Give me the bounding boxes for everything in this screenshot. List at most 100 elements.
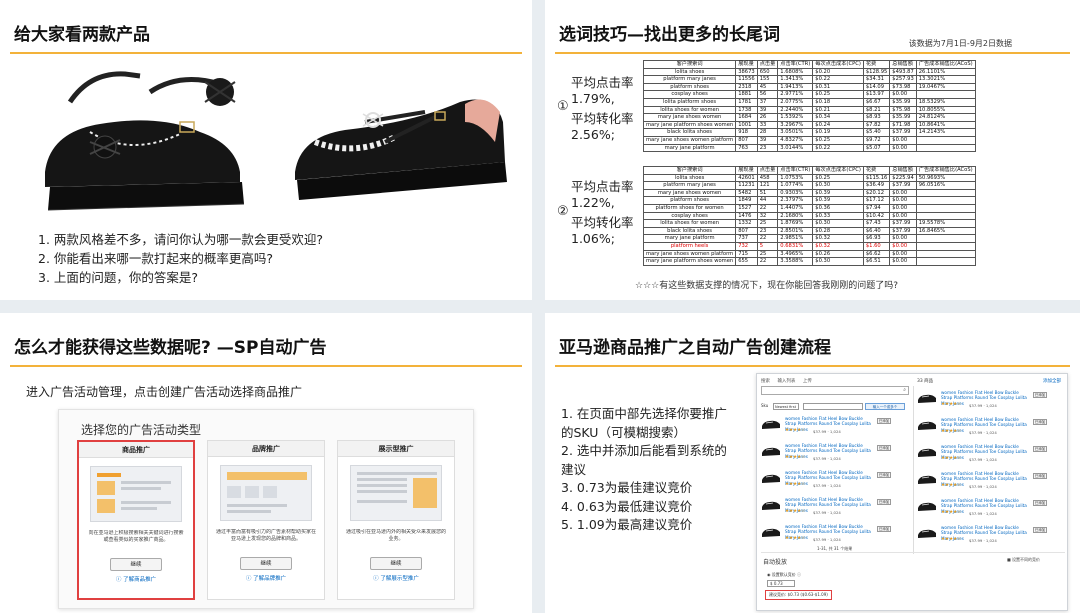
sort-select[interactable]: Newest first — [773, 403, 799, 410]
table-cell: 1.5392% — [777, 113, 814, 122]
table-cell: 2.3797% — [777, 196, 814, 205]
product-row[interactable]: women Fashion Flat Heel Bow Buckle Strap… — [761, 441, 901, 469]
add-product-button[interactable]: 已添加 — [1033, 392, 1047, 398]
product-row[interactable]: women Fashion Flat Heel Bow Buckle Strap… — [917, 388, 1057, 416]
add-product-button[interactable]: 已添加 — [1033, 473, 1047, 479]
continue-button[interactable]: 继续 — [370, 557, 422, 570]
sponsored-brands-card[interactable]: 品牌推广 通过丰富而富有吸引力的广告素材帮助买家在亚马逊上发现您的品牌和商品。 … — [207, 440, 325, 600]
product-price: $37.99 · 1,024 — [813, 455, 841, 461]
table-header-cell: 每次点击成本(CPC) — [812, 60, 864, 69]
table-cell: platform heels — [642, 241, 737, 251]
add-product-button[interactable]: 已添加 — [1033, 419, 1047, 425]
table-cell: $37.99 — [889, 226, 917, 236]
product-row[interactable]: women Fashion Flat Heel Bow Buckle Strap… — [761, 414, 901, 442]
product-price: $37.99 · 1,024 — [813, 482, 841, 488]
table-cell: 2.2440% — [777, 105, 814, 115]
group-marker: ① — [557, 99, 569, 114]
continue-button[interactable]: 继续 — [110, 558, 162, 571]
table-cell: 1.3413% — [777, 75, 814, 84]
table-header-cell: 点击率(CTR) — [777, 60, 814, 69]
table-cell: 4.8327% — [777, 135, 814, 145]
table-row: platform mary janes 11556 155 1.3413% $0.22 $… — [642, 75, 976, 84]
question-item: 2. 你能看出来哪一款打起来的概率更高吗? — [38, 251, 274, 266]
set-different-bids-option[interactable]: ■ 设置不同的竞价 — [1007, 557, 1040, 563]
table-cell: platform shoes for women — [642, 203, 737, 213]
slide-title: 给大家看两款产品 — [14, 25, 150, 45]
tab-upload[interactable]: 上传 — [803, 379, 812, 384]
learn-more-link[interactable]: ⓘ 了解品牌推广 — [208, 574, 324, 582]
table-cell: $9.72 — [862, 135, 891, 145]
table-header-cell: 花费 — [862, 166, 891, 175]
add-product-button[interactable]: 已添加 — [877, 472, 891, 478]
add-product-button[interactable]: 已添加 — [877, 418, 891, 424]
sponsored-display-card[interactable]: 展示型推广 通过吸引在亚马逊内外的相关受众来发展您的业务。 继续 ⓘ 了解展示型… — [337, 440, 455, 600]
step-item: 1. 在页面中部先选择你要推广 — [561, 406, 727, 421]
table-cell: $0.39 — [812, 196, 864, 205]
product-thumbnail — [762, 447, 780, 456]
learn-more-link[interactable]: ⓘ 了解展示型推广 — [338, 574, 454, 582]
table-cell: 1527 — [735, 203, 758, 213]
product-price: $37.99 · 1,024 — [813, 509, 841, 515]
product-thumbnail — [918, 502, 936, 511]
add-all-link[interactable]: 添加全部 — [1043, 378, 1061, 384]
default-bid-input[interactable]: $ 0.73 — [767, 580, 795, 587]
search-term-table-1: 客户搜索词 展现量 点击量 点击率(CTR) 每次点击成本(CPC) 花费 总销售额 广告成本… — [642, 60, 976, 153]
multi-search-button[interactable]: 输入一个或多个 — [865, 403, 905, 410]
product-row[interactable]: women Fashion Flat Heel Bow Buckle Strap… — [761, 468, 901, 496]
search-input[interactable]: ⌕ — [761, 386, 909, 395]
table-cell: $0.18 — [812, 97, 864, 107]
table-cell — [915, 234, 976, 243]
table-cell: $75.98 — [889, 105, 917, 115]
table-cell: 33 — [756, 120, 779, 130]
title-underline — [555, 52, 1070, 54]
product-row[interactable]: women Fashion Flat Heel Bow Buckle Strap… — [917, 469, 1057, 497]
continue-button[interactable]: 继续 — [240, 557, 292, 570]
step-item: 建议 — [561, 461, 587, 477]
default-bid-radio[interactable]: ◉ 设置默认竞价 ⓘ — [767, 572, 801, 578]
table-row: platform shoes 1849 44 2.3797% $0.39 $17.12 $0… — [642, 196, 976, 205]
table-cell: 23 — [756, 226, 779, 236]
table-cell: $35.99 — [889, 97, 917, 107]
add-product-button[interactable]: 已添加 — [1033, 527, 1047, 533]
table-row: mary jane shoes women 1684 26 1.5392% $0.34 $… — [642, 113, 976, 122]
table-row: platform shoes for women 1527 22 1.4407% $0.… — [642, 203, 976, 213]
star-rating: ★★★★☆ — [941, 456, 962, 461]
table-cell: $0.20 — [812, 67, 864, 77]
product-row[interactable]: women Fashion Flat Heel Bow Buckle Strap… — [917, 523, 1057, 551]
table-header-cell: 总销售额 — [889, 60, 917, 69]
add-product-button[interactable]: 已添加 — [877, 526, 891, 532]
star-rating: ★★★★☆ — [941, 402, 962, 407]
table-cell: 2.9771% — [777, 90, 814, 99]
table-cell: 807 — [735, 226, 758, 236]
table-cell: $0.00 — [889, 203, 917, 213]
product-row[interactable]: women Fashion Flat Heel Bow Buckle Strap… — [917, 415, 1057, 443]
table-cell: $0.26 — [812, 249, 864, 259]
add-product-button[interactable]: 已添加 — [1033, 446, 1047, 452]
table-cell: 1.0774% — [777, 181, 814, 190]
table-cell: 28 — [756, 128, 779, 137]
product-thumbnail — [762, 528, 780, 537]
add-product-button[interactable]: 已添加 — [877, 445, 891, 451]
table-cell: 1.6808% — [777, 67, 814, 77]
card-title: 商品推广 — [79, 442, 193, 458]
search-icon: ⌕ — [903, 387, 906, 393]
table-cell: 24.8124% — [915, 113, 976, 122]
table-cell: $493.87 — [889, 67, 917, 77]
tab-search[interactable]: 搜索 — [761, 379, 770, 384]
product-row[interactable]: women Fashion Flat Heel Bow Buckle Strap… — [761, 495, 901, 523]
table-cell: 1849 — [735, 196, 758, 205]
table-cell: $0.19 — [812, 128, 864, 137]
table-header-cell: 点击量 — [756, 60, 779, 69]
sponsored-products-card[interactable]: 商品推广 向在亚马逊上积极搜索相关关键词进行搜索或查看类似的买家推广商品。 继续… — [77, 440, 195, 600]
star-rating: ★★★★☆ — [785, 482, 806, 487]
learn-more-link[interactable]: ⓘ 了解商品推广 — [79, 575, 193, 583]
filter-input[interactable] — [803, 403, 863, 410]
table-cell: 10.8641% — [915, 120, 976, 130]
slide-title: 怎么才能获得这些数据呢? —SP自动广告 — [14, 338, 327, 358]
product-row[interactable]: women Fashion Flat Heel Bow Buckle Strap… — [917, 442, 1057, 470]
product-price: $37.99 · 1,024 — [969, 537, 997, 543]
add-product-button[interactable]: 已添加 — [877, 499, 891, 505]
add-product-button[interactable]: 已添加 — [1033, 500, 1047, 506]
product-row[interactable]: women Fashion Flat Heel Bow Buckle Strap… — [917, 496, 1057, 524]
tab-input-list[interactable]: 输入列表 — [777, 379, 795, 384]
